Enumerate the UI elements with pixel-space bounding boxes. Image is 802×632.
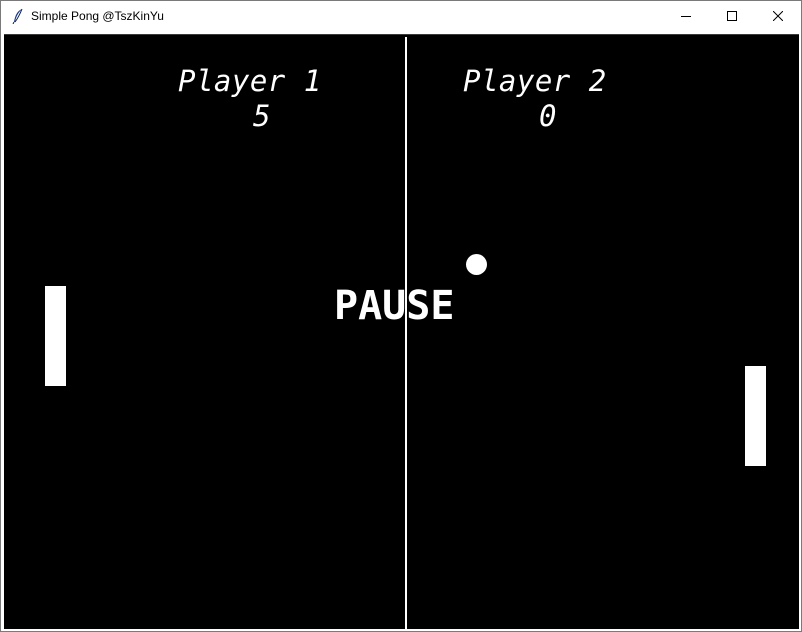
title-bar[interactable]: Simple Pong @TszKinYu [1, 1, 801, 32]
close-button[interactable] [755, 1, 801, 32]
center-net-line [405, 37, 407, 629]
player2-score: 0 [539, 99, 557, 133]
pause-message: PAUSE [334, 283, 455, 329]
maximize-button[interactable] [709, 1, 755, 32]
minimize-icon [681, 16, 691, 17]
maximize-icon [727, 11, 737, 21]
app-window: Simple Pong @TszKinYu Player 1 Player 2 … [0, 0, 802, 632]
right-paddle [745, 366, 766, 466]
minimize-button[interactable] [663, 1, 709, 32]
player2-name: Player 2 [463, 64, 607, 98]
game-canvas[interactable]: Player 1 Player 2 5 0 PAUSE [4, 34, 799, 629]
ball [466, 254, 487, 275]
player1-name: Player 1 [178, 64, 322, 98]
left-paddle [45, 286, 66, 386]
close-icon [773, 11, 783, 21]
feather-icon [11, 8, 25, 25]
window-title: Simple Pong @TszKinYu [31, 9, 164, 23]
player1-score: 5 [253, 99, 271, 133]
